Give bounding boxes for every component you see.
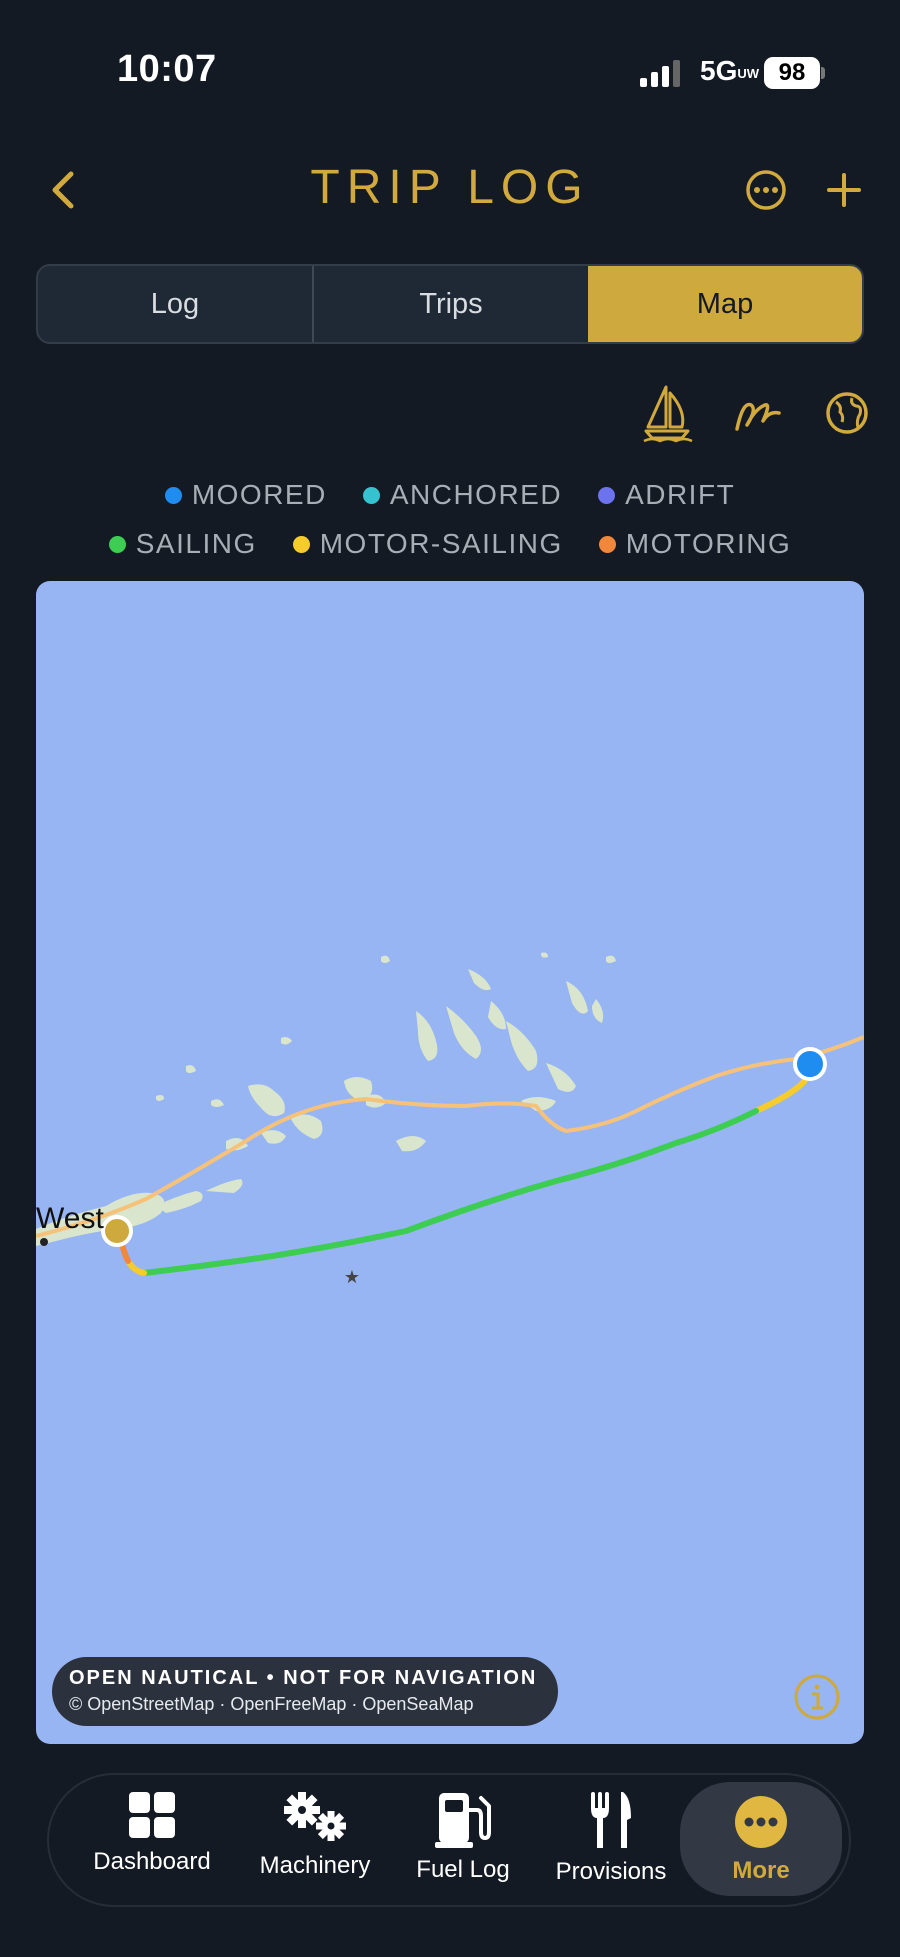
legend-label: SAILING (135, 528, 257, 559)
legend-row-2: SAILING MOTOR-SAILING MOTORING (0, 528, 900, 560)
legend-label: MOTORING (625, 528, 792, 559)
legend-row-1: MOORED ANCHORED ADRIFT (0, 479, 900, 511)
track-style-button[interactable] (728, 383, 788, 443)
legend-label: ADRIFT (625, 479, 736, 510)
battery-tip (821, 67, 825, 79)
plus-icon (827, 173, 861, 207)
ellipsis-circle-icon (735, 1796, 787, 1848)
ellipsis-circle-icon (746, 170, 786, 210)
tab-provisions[interactable]: Provisions (552, 1790, 670, 1890)
fork-knife-icon (591, 1792, 631, 1848)
map-info-button[interactable] (793, 1673, 841, 1721)
more-options-button[interactable] (738, 162, 794, 218)
globe-button[interactable] (817, 383, 877, 443)
legend-motoring: MOTORING (598, 528, 792, 560)
tab-more[interactable]: More (680, 1782, 842, 1896)
cellular-signal-icon (640, 60, 680, 87)
tab-label: Dashboard (93, 1848, 211, 1875)
adrift-dot (598, 486, 616, 504)
network-indicator: 5GUW (700, 55, 760, 87)
legend-anchored: ANCHORED (362, 479, 563, 511)
legend-sailing: SAILING (108, 528, 257, 560)
legend-label: ANCHORED (389, 479, 563, 510)
islands (36, 952, 616, 1246)
motor-sailing-dot (292, 535, 310, 553)
moored-dot (164, 486, 182, 504)
trip-map[interactable]: ★ West maplibre (36, 581, 864, 1744)
globe-icon (826, 392, 868, 434)
fuel-pump-icon (435, 1793, 491, 1848)
trip-start-marker[interactable] (101, 1215, 133, 1247)
info-icon (794, 1674, 840, 1720)
map-canvas: ★ (36, 952, 864, 1288)
tab-label: Machinery (259, 1852, 371, 1879)
anchored-dot (362, 486, 380, 504)
route-motor-sailing-east (753, 1076, 809, 1114)
wreck-star-icon: ★ (344, 1267, 360, 1288)
motoring-dot (598, 535, 616, 553)
network-type: 5G (700, 55, 738, 86)
town-dot (40, 1238, 48, 1246)
segment-map[interactable]: Map (588, 266, 862, 342)
route-sailing (141, 1108, 759, 1276)
tab-label: More (732, 1857, 790, 1884)
track-line-icon (735, 402, 781, 431)
legend-motor-sailing: MOTOR-SAILING (292, 528, 563, 560)
tab-machinery[interactable]: Machinery (250, 1790, 380, 1890)
map-attribution[interactable]: OPEN NAUTICAL • NOT FOR NAVIGATION © Ope… (52, 1657, 558, 1726)
attribution-title: OPEN NAUTICAL • NOT FOR NAVIGATION (69, 1667, 538, 1689)
sailboat-filter-button[interactable] (638, 383, 698, 443)
gears-icon (284, 1792, 346, 1841)
legend-moored: MOORED (164, 479, 327, 511)
status-time: 10:07 (117, 48, 217, 90)
tab-label: Provisions (555, 1858, 667, 1885)
trip-end-marker[interactable] (793, 1047, 827, 1081)
tab-dashboard[interactable]: Dashboard (90, 1790, 214, 1890)
legend-label: MOTOR-SAILING (319, 528, 563, 559)
map-place-label: West (36, 1202, 104, 1235)
tab-label: Fuel Log (416, 1856, 510, 1883)
view-segmented-control: Log Trips Map (36, 264, 864, 344)
network-suffix: UW (737, 66, 760, 81)
segment-trips[interactable]: Trips (312, 266, 588, 342)
legend-adrift: ADRIFT (598, 479, 735, 511)
legend-label: MOORED (191, 479, 327, 510)
segment-log[interactable]: Log (38, 266, 312, 342)
add-button[interactable] (816, 162, 872, 218)
sailboat-icon (643, 385, 693, 443)
grid-icon (129, 1792, 175, 1838)
battery-level: 98 (764, 57, 820, 89)
tab-fuel-log[interactable]: Fuel Log (410, 1790, 516, 1890)
attribution-sources: © OpenStreetMap · OpenFreeMap · OpenSeaM… (69, 1694, 474, 1714)
sailing-dot (108, 535, 126, 553)
